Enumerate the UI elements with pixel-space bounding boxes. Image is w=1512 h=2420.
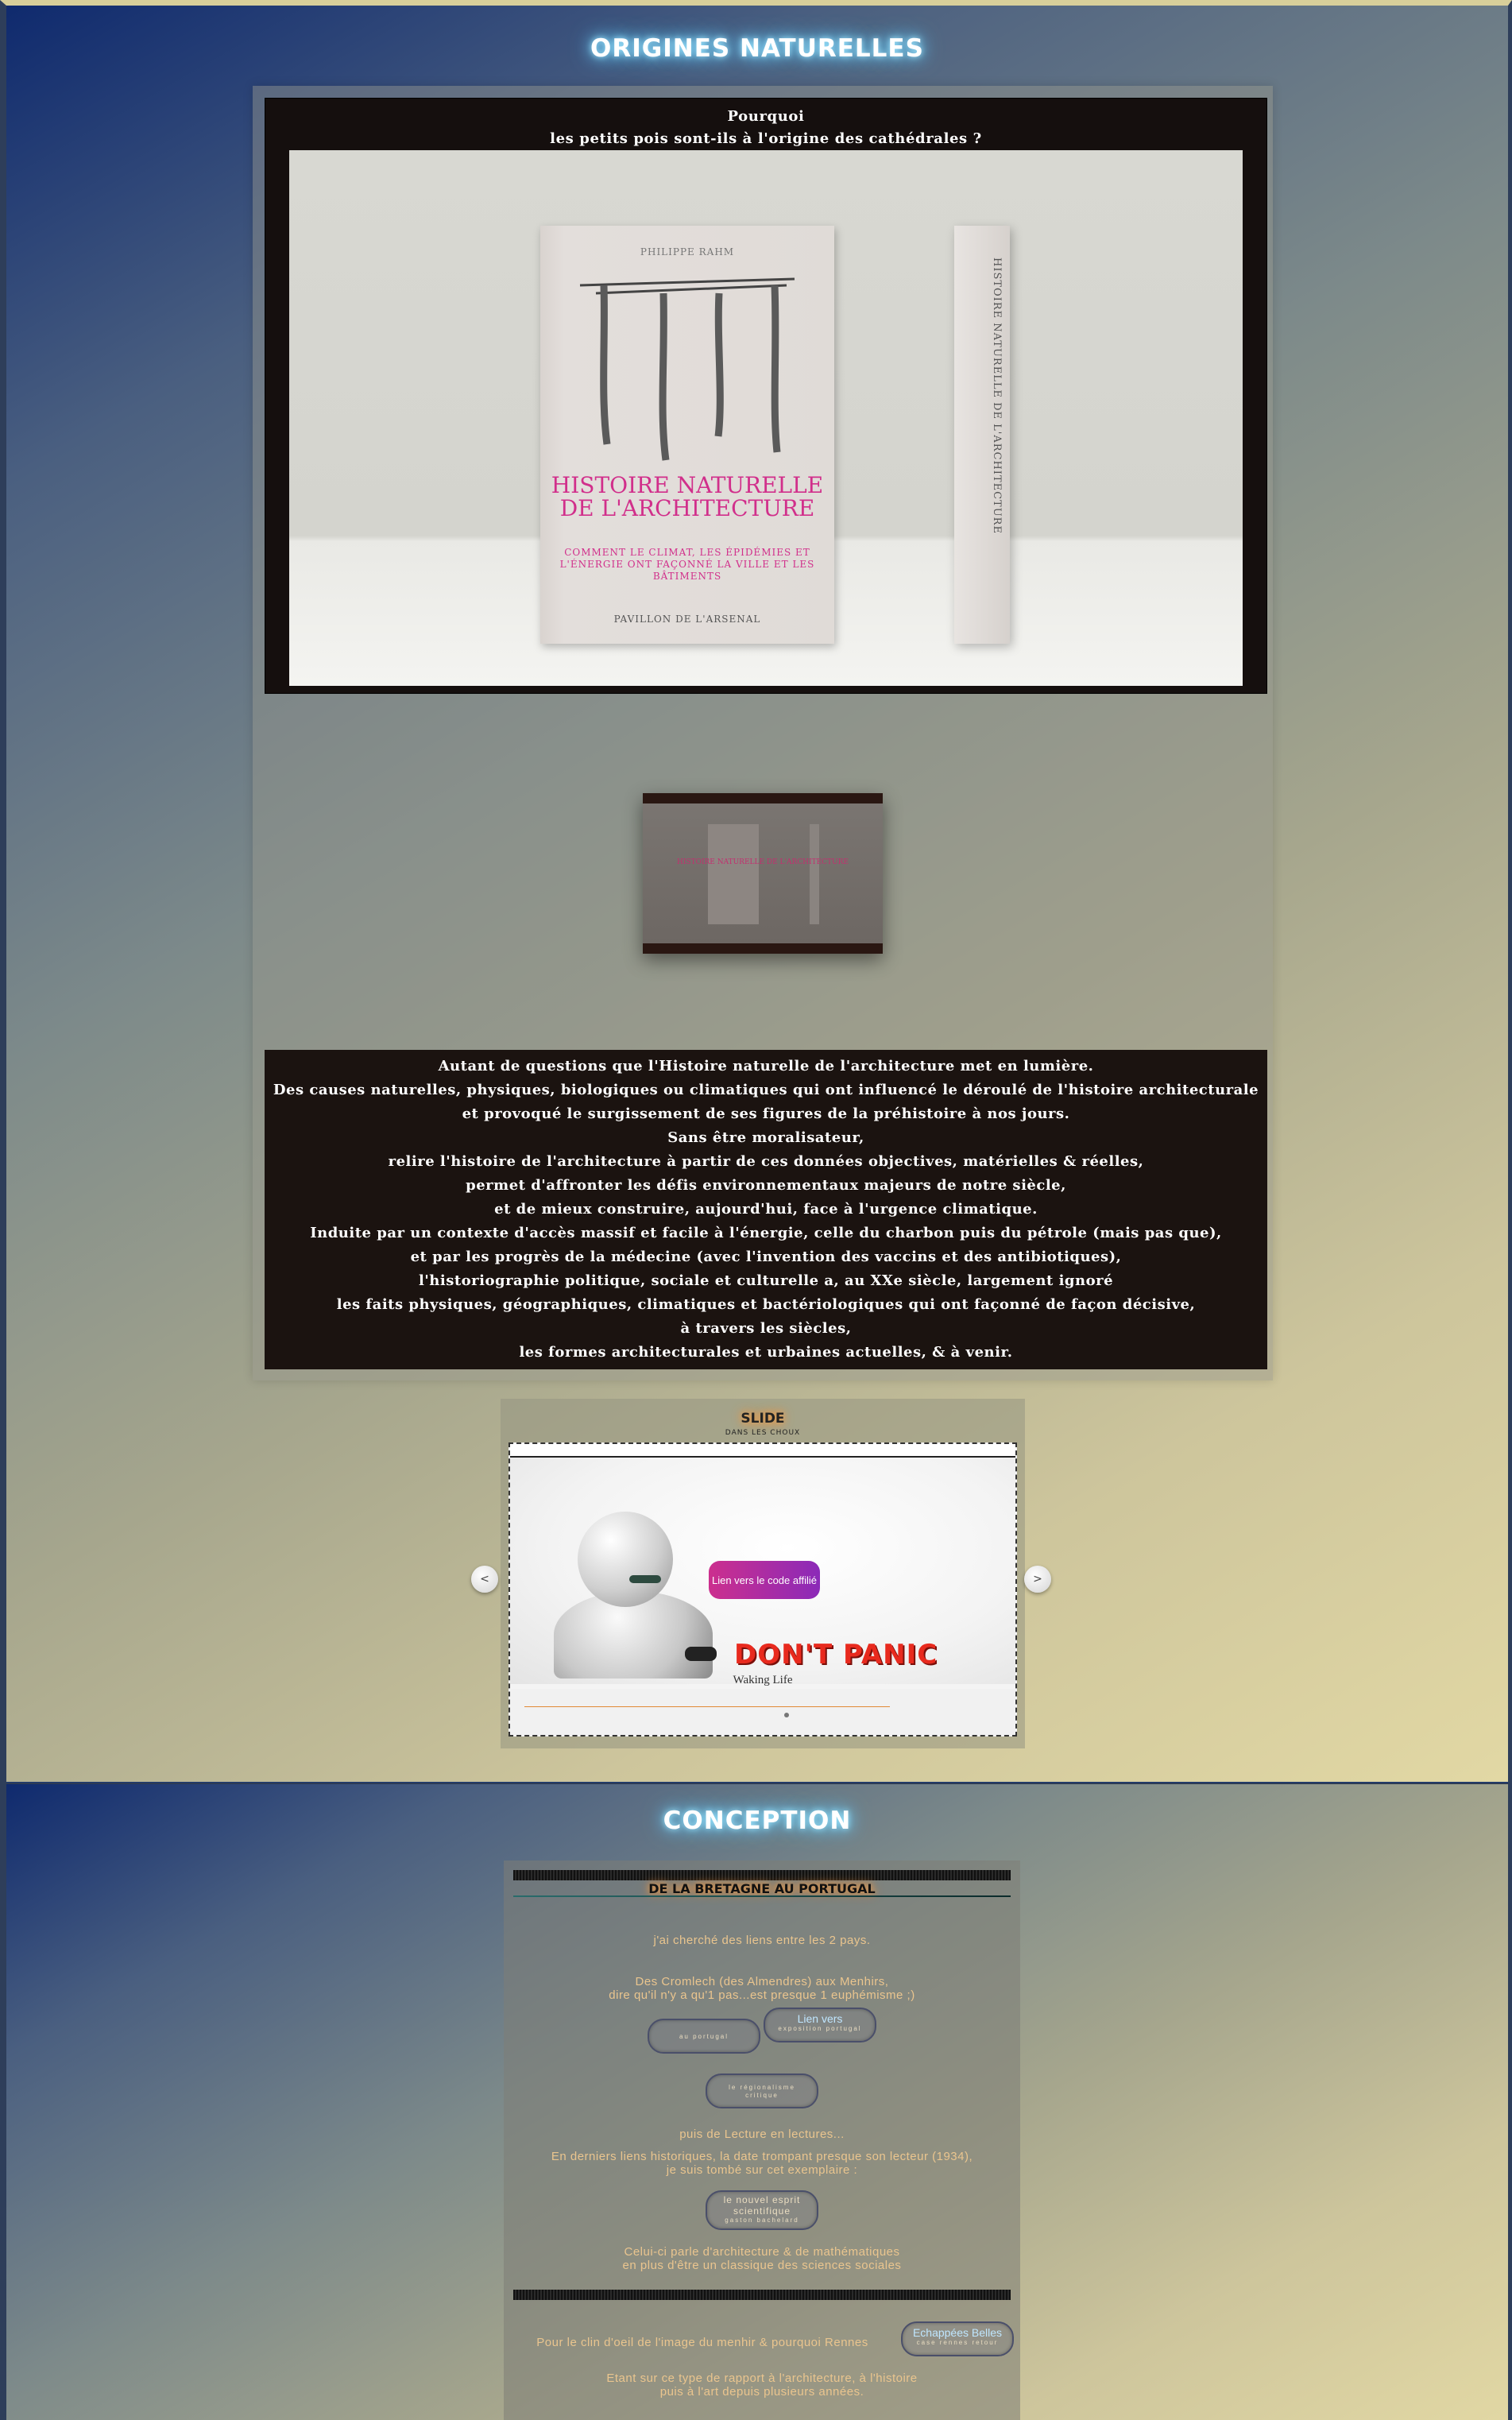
slide-window: Lien vers le code affilié DON'T PANIC Wa… xyxy=(509,1442,1017,1737)
pill-echappees-main: Echappées Belles xyxy=(912,2326,1003,2339)
description-line: Induite par un contexte d'accès massif e… xyxy=(310,1225,1222,1241)
text-celui-ci-2: en plus d'être un classique des sciences… xyxy=(622,2259,902,2272)
description-line: et provoqué le surgissement de ses figur… xyxy=(462,1105,1070,1122)
hero-card: Pourquoi les petits pois sont-ils à l'or… xyxy=(265,98,1267,694)
book-photo: PHILIPPE RAHM HISTOIRE NATURELLE DE L'AR… xyxy=(289,150,1243,686)
pill-nouvel-esprit-sub: gaston bachelard xyxy=(725,2217,799,2224)
text-lectures: puis de Lecture en lectures... xyxy=(679,2128,845,2141)
book-spine-text: HISTOIRE NATURELLE DE L'ARCHITECTURE xyxy=(991,257,1003,534)
thumbnail-image: HISTOIRE NATURELLE DE L'ARCHITECTURE xyxy=(643,803,883,943)
slider: SLIDE DANS LES CHOUX Lien vers le code a… xyxy=(501,1399,1025,1748)
robot-head xyxy=(578,1512,673,1607)
description-line: permet d'affronter les défis environneme… xyxy=(466,1177,1066,1194)
section-title-origines: ORIGINES NATURELLES xyxy=(590,34,924,63)
pill-nouvel-esprit-line2: scientifique xyxy=(733,2205,791,2217)
description-line: et par les progrès de la médecine (avec … xyxy=(410,1249,1122,1265)
book-publisher: PAVILLON DE L'ARSENAL xyxy=(613,614,761,625)
text-celui-ci-1: Celui-ci parle d'architecture & de mathé… xyxy=(624,2245,900,2259)
description-line: Autant de questions que l'Histoire natur… xyxy=(438,1058,1094,1074)
description-line: l'historiographie politique, sociale et … xyxy=(418,1272,1114,1289)
hero-question-line1: Pourquoi xyxy=(727,108,805,125)
description-line: les faits physiques, géographiques, clim… xyxy=(336,1296,1196,1313)
text-cromlech-2: dire qu'il n'y a qu'1 pas...est presque … xyxy=(609,1988,915,2002)
book-subtitle: COMMENT LE CLIMAT, LES ÉPIDÉMIES ET L'ÉN… xyxy=(559,547,815,582)
section-conception: CONCEPTION DE LA BRETAGNE AU PORTUGAL j'… xyxy=(6,1783,1508,2420)
top-divider-bar xyxy=(513,1870,1011,1880)
pill-lien-expo[interactable]: Lien vers exposition portugal xyxy=(764,2008,876,2042)
pill-regionalisme[interactable]: le régionalisme critique xyxy=(706,2073,818,2108)
slide-footer xyxy=(510,1689,1015,1735)
pill-au-portugal[interactable]: au portugal xyxy=(648,2019,760,2054)
description-line: Sans être moralisateur, xyxy=(667,1129,864,1146)
hero-question-line2: les petits pois sont-ils à l'origine des… xyxy=(550,130,982,147)
pill-regionalisme-line1: le régionalisme xyxy=(729,2084,795,2091)
slide-image: Lien vers le code affilié DON'T PANIC xyxy=(510,1458,1015,1684)
bottom-divider-bar xyxy=(513,2290,1011,2300)
slider-next-button[interactable]: > xyxy=(1024,1566,1051,1593)
pill-nouvel-esprit-line1: le nouvel esprit xyxy=(723,2194,801,2205)
pill-echappees-sub: case rennes retour xyxy=(916,2339,999,2346)
description-line: à travers les siècles, xyxy=(680,1320,852,1337)
pill-regionalisme-line2: critique xyxy=(745,2092,779,2099)
text-liens: j'ai cherché des liens entre les 2 pays. xyxy=(653,1934,871,1947)
pill-echappees-belles[interactable]: Echappées Belles case rennes retour xyxy=(901,2321,1014,2356)
description-lines: Autant de questions que l'Histoire natur… xyxy=(265,1050,1267,1365)
description-line: les formes architecturales et urbaines a… xyxy=(519,1344,1013,1361)
slider-subtitle: DANS LES CHOUX xyxy=(725,1429,801,1437)
book-spine: HISTOIRE NATURELLE DE L'ARCHITECTURE xyxy=(954,226,1010,644)
pill-lien-expo-sub: exposition portugal xyxy=(778,2025,862,2032)
panic-text: DON'T PANIC xyxy=(734,1639,938,1671)
text-etant-1: Etant sur ce type de rapport à l'archite… xyxy=(606,2372,918,2385)
slide-caption: Waking Life xyxy=(733,1674,793,1686)
text-derniers-liens-1: En derniers liens historiques, la date t… xyxy=(551,2150,973,2163)
book-title: HISTOIRE NATURELLE DE L'ARCHITECTURE xyxy=(551,472,824,521)
slide-progress-line xyxy=(524,1706,890,1707)
thumbnail-book xyxy=(708,824,759,924)
affiliate-link-button[interactable]: Lien vers le code affilié xyxy=(709,1561,820,1599)
pill-lien-expo-main: Lien vers xyxy=(797,2012,843,2025)
book-author: PHILIPPE RAHM xyxy=(640,246,735,257)
description-line: Des causes naturelles, physiques, biolog… xyxy=(273,1082,1259,1098)
robot-hand xyxy=(685,1647,717,1661)
slider-title: SLIDE xyxy=(741,1411,785,1427)
conception-panel: DE LA BRETAGNE AU PORTUGAL j'ai cherché … xyxy=(504,1860,1020,2420)
heading-underline xyxy=(513,1895,1011,1897)
text-clin-doeil: Pour le clin d'oeil de l'image du menhir… xyxy=(536,2336,868,2349)
slide-topbar xyxy=(510,1444,1015,1458)
robot-eye xyxy=(629,1575,661,1583)
pill-au-portugal-label: au portugal xyxy=(679,2033,729,2040)
page-frame: ORIGINES NATURELLES Pourquoi les petits … xyxy=(0,0,1512,2420)
slider-prev-button[interactable]: < xyxy=(471,1566,498,1593)
book-cover: PHILIPPE RAHM HISTOIRE NATURELLE DE L'AR… xyxy=(540,226,834,644)
section-origines: ORIGINES NATURELLES Pourquoi les petits … xyxy=(6,6,1508,1782)
description-block: Autant de questions que l'Histoire natur… xyxy=(265,1050,1267,1369)
book-thumbnail[interactable]: HISTOIRE NATURELLE DE L'ARCHITECTURE xyxy=(643,793,883,954)
section-title-conception: CONCEPTION xyxy=(663,1806,852,1835)
hero-question: Pourquoi les petits pois sont-ils à l'or… xyxy=(265,106,1267,150)
pill-nouvel-esprit[interactable]: le nouvel esprit scientifique gaston bac… xyxy=(706,2190,818,2230)
text-cromlech-1: Des Cromlech (des Almendres) aux Menhirs… xyxy=(635,1975,889,1988)
text-etant-2: puis à l'art depuis plusieurs années. xyxy=(659,2385,864,2399)
description-line: et de mieux construire, aujourd'hui, fac… xyxy=(494,1201,1038,1218)
thumbnail-book-title: HISTOIRE NATURELLE DE L'ARCHITECTURE xyxy=(677,858,849,866)
description-line: relire l'histoire de l'architecture à pa… xyxy=(388,1153,1144,1170)
tree-frame-illustration xyxy=(579,277,795,461)
content-panel: Pourquoi les petits pois sont-ils à l'or… xyxy=(253,86,1273,1380)
text-derniers-liens-2: je suis tombé sur cet exemplaire : xyxy=(666,2163,858,2177)
conception-heading: DE LA BRETAGNE AU PORTUGAL xyxy=(648,1881,876,1896)
thumbnail-spine xyxy=(810,824,819,924)
slide-indicator-dot[interactable] xyxy=(784,1713,789,1717)
